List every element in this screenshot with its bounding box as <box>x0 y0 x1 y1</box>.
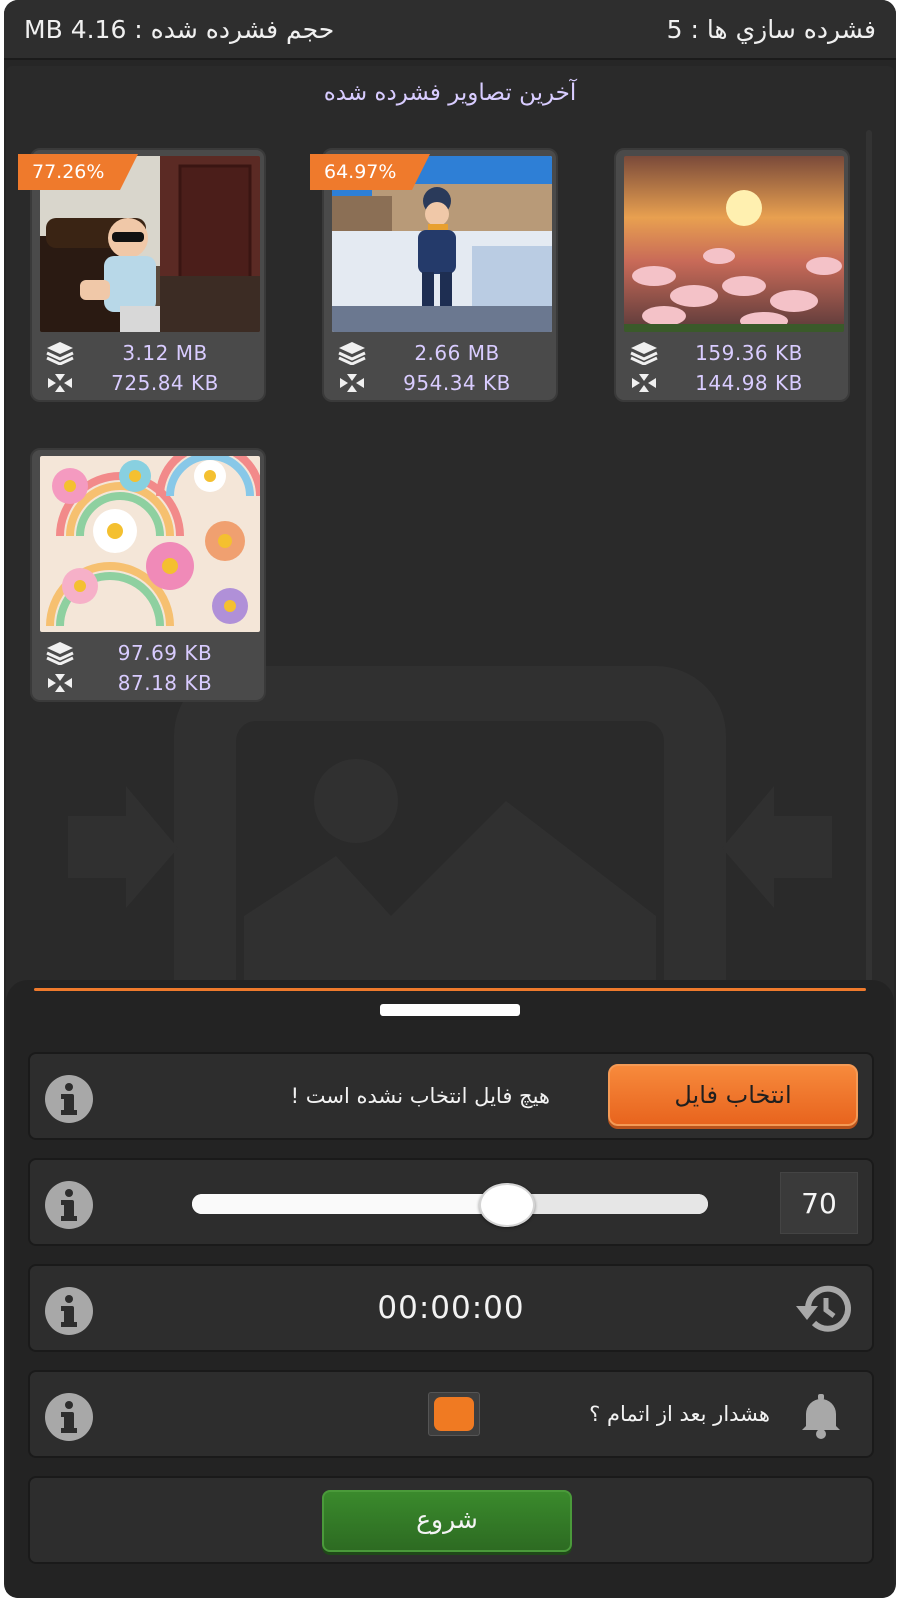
rainbow-daisies-thumbnail <box>40 456 260 632</box>
quality-value-field[interactable]: 70 <box>780 1172 858 1234</box>
alarm-label: هشدار بعد از اتمام ؟ <box>589 1402 770 1426</box>
compress-arrows-icon <box>336 370 368 396</box>
compressed-size-row: 87.18 KB <box>44 668 254 698</box>
recent-image-card[interactable]: 97.69 KB 87.18 KB <box>30 448 266 702</box>
quality-panel: 70 <box>28 1158 874 1246</box>
recent-image-card[interactable]: 64.97% 2.66 MB 954.34 KB <box>310 148 558 402</box>
alarm-panel: هشدار بعد از اتمام ؟ <box>28 1370 874 1458</box>
compression-percent-badge: 64.97% <box>310 154 430 190</box>
compressed-size-row: 725.84 KB <box>44 368 254 398</box>
recent-image-card[interactable]: 77.26% 3.12 MB 725.84 KB <box>18 148 266 402</box>
lily-flowers-thumbnail <box>624 156 844 332</box>
original-size-row: 97.69 KB <box>44 638 254 668</box>
info-icon[interactable] <box>44 1392 94 1442</box>
compressed-size-value: 954.34 KB <box>403 371 511 395</box>
compression-percent-badge: 77.26% <box>18 154 138 190</box>
recent-image-card[interactable]: 159.36 KB 144.98 KB <box>614 148 850 402</box>
app-frame: حجم فشرده شده : 4.16 MB فشرده سازي ها : … <box>4 0 896 1598</box>
original-size-value: 2.66 MB <box>414 341 500 365</box>
layers-icon <box>628 340 660 366</box>
elapsed-timer: 00:00:00 <box>377 1290 525 1326</box>
bell-icon <box>802 1394 840 1439</box>
layers-icon <box>336 340 368 366</box>
alarm-checkbox-fill <box>434 1397 474 1431</box>
history-icon[interactable] <box>794 1282 852 1336</box>
compress-arrows-icon <box>628 370 660 396</box>
controls-bottom-sheet: هيچ فايل انتخاب نشده است ! انتخاب فايل 7… <box>6 980 894 1598</box>
recent-images-title: آخرين تصاوير فشرده شده <box>323 80 577 106</box>
original-size-row: 159.36 KB <box>628 338 838 368</box>
compressed-size-row: 144.98 KB <box>628 368 838 398</box>
timer-panel: 00:00:00 <box>28 1264 874 1352</box>
recent-images-panel: آخرين تصاوير فشرده شده 77.26% 3.12 MB 72… <box>6 66 894 1086</box>
original-size-value: 97.69 KB <box>117 641 213 665</box>
compressed-size-row: 954.34 KB <box>336 368 546 398</box>
select-file-button[interactable]: انتخاب فايل <box>608 1064 858 1126</box>
stats-header: حجم فشرده شده : 4.16 MB فشرده سازي ها : … <box>4 0 896 60</box>
sheet-drag-handle[interactable] <box>380 1004 520 1016</box>
file-select-panel: هيچ فايل انتخاب نشده است ! انتخاب فايل <box>28 1052 874 1140</box>
compress-arrows-icon <box>44 670 76 696</box>
quality-slider-rest <box>507 1194 708 1214</box>
quality-slider-knob[interactable] <box>479 1183 535 1227</box>
layers-icon <box>44 340 76 366</box>
original-size-value: 159.36 KB <box>695 341 803 365</box>
no-file-selected-text: هيچ فايل انتخاب نشده است ! <box>290 1084 550 1108</box>
sheet-accent-line <box>34 988 866 991</box>
compression-count-stat: فشرده سازي ها : 5 <box>666 14 876 44</box>
start-panel: شروع <box>28 1476 874 1564</box>
layers-icon <box>44 640 76 666</box>
compressed-size-value: 87.18 KB <box>117 671 213 695</box>
original-size-value: 3.12 MB <box>122 341 208 365</box>
original-size-row: 2.66 MB <box>336 338 546 368</box>
alarm-checkbox[interactable] <box>428 1392 480 1436</box>
info-icon[interactable] <box>44 1180 94 1230</box>
compressed-size-value: 144.98 KB <box>695 371 803 395</box>
compressed-size-stat: حجم فشرده شده : 4.16 MB <box>24 14 335 44</box>
compress-arrows-icon <box>44 370 76 396</box>
quality-slider[interactable] <box>192 1183 708 1227</box>
quality-slider-fill <box>192 1194 507 1214</box>
compressed-size-value: 725.84 KB <box>111 371 219 395</box>
info-icon[interactable] <box>44 1074 94 1124</box>
start-button[interactable]: شروع <box>322 1490 572 1552</box>
original-size-row: 3.12 MB <box>44 338 254 368</box>
